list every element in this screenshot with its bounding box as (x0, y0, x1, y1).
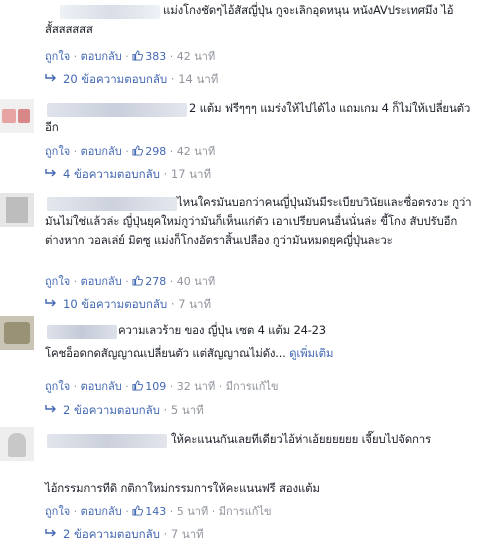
thumbs-up-icon (132, 145, 144, 156)
reply-link[interactable]: ตอบกลับ (81, 50, 122, 63)
reply-link[interactable]: ตอบกลับ (81, 275, 122, 288)
view-replies[interactable]: 10 ข้อความตอบกลับ · 7 นาที (45, 296, 211, 314)
comment-text: แม่งโกงชัดๆไอ้สัสญี่ปุ่น กูจะเลิกอุดหนุน… (45, 3, 454, 36)
comment: ไหนใครมันบอกว่าคนญี่ปุ่นมันมีระเบียบวินั… (0, 190, 481, 314)
view-replies[interactable]: 2 ข้อความตอบกลับ · 5 นาที (45, 402, 204, 420)
comment-text-continued: ไอ้กรรมการทีดิ กติกาใหม่กรรมการให้คะแนนฟ… (45, 481, 320, 495)
comment-actions: ถูกใจ · ตอบกลับ · 383 · 42 นาที (45, 50, 216, 63)
reply-arrow-icon (45, 405, 56, 413)
replies-timestamp: 7 นาที (170, 527, 204, 541)
comment-actions: ถูกใจ · ตอบกลับ · 298 · 42 นาที (45, 145, 216, 158)
comment-actions: ถูกใจ · ตอบกลับ · 278 · 40 นาที (45, 275, 216, 288)
avatar[interactable] (0, 99, 34, 133)
replies-timestamp: 7 นาที (178, 297, 212, 311)
avatar[interactable] (0, 427, 34, 461)
edited-label[interactable]: มีการแก้ไข (226, 380, 279, 393)
reply-link[interactable]: ตอบกลับ (81, 505, 122, 518)
like-link[interactable]: ถูกใจ (45, 145, 70, 158)
replies-timestamp: 17 นาที (170, 167, 212, 181)
comment: ให้คะแนนกันเลยทีเดียวไอ้ห่าเอ้ยยยยยย เจี… (0, 424, 481, 545)
reply-link[interactable]: ตอบกลับ (81, 145, 122, 158)
reply-arrow-icon (45, 299, 56, 307)
view-replies[interactable]: 20 ข้อความตอบกลับ · 14 นาที (45, 71, 218, 89)
thumbs-up-icon (132, 505, 144, 516)
timestamp[interactable]: 42 นาที (177, 50, 215, 63)
reply-arrow-icon (45, 529, 56, 537)
comment: 2 แต้ม ฟรีๆๆๆ แมร่งให้ไปได้ไง แถมเกม 4 ก… (0, 95, 481, 190)
timestamp[interactable]: 5 นาที (177, 505, 208, 518)
thumbs-up-icon (132, 275, 144, 286)
thumbs-up-icon (132, 50, 144, 61)
comment: แม่งโกงชัดๆไอ้สัสญี่ปุ่น กูจะเลิกอุดหนุน… (0, 0, 481, 95)
comment: ความเลวร้าย ของ ญี่ปุ่น เซต 4 แต้ม 24-23… (0, 314, 481, 424)
like-link[interactable]: ถูกใจ (45, 505, 70, 518)
like-link[interactable]: ถูกใจ (45, 275, 70, 288)
timestamp[interactable]: 40 นาที (177, 275, 215, 288)
reply-arrow-icon (45, 74, 56, 82)
edited-label[interactable]: มีการแก้ไข (219, 505, 272, 518)
like-link[interactable]: ถูกใจ (45, 50, 70, 63)
view-replies[interactable]: 4 ข้อความตอบกลับ · 17 นาที (45, 166, 211, 184)
timestamp[interactable]: 32 นาที (177, 380, 215, 393)
replies-timestamp: 14 นาที (178, 72, 219, 86)
replies-timestamp: 5 นาที (170, 403, 204, 417)
avatar[interactable] (0, 193, 34, 227)
like-count[interactable]: 383 (132, 50, 166, 63)
comment-text: ไหนใครมันบอกว่าคนญี่ปุ่นมันมีระเบียบวินั… (45, 195, 472, 247)
like-count[interactable]: 109 (132, 380, 166, 393)
timestamp[interactable]: 42 นาที (177, 145, 215, 158)
comment-text: ความเลวร้าย ของ ญี่ปุ่น เซต 4 แต้ม 24-23 (118, 323, 326, 337)
like-count[interactable]: 278 (132, 275, 166, 288)
view-replies[interactable]: 2 ข้อความตอบกลับ · 7 นาที (45, 526, 204, 544)
avatar[interactable] (0, 316, 34, 350)
reply-arrow-icon (45, 169, 56, 177)
like-count[interactable]: 143 (132, 505, 166, 518)
like-count[interactable]: 298 (132, 145, 166, 158)
like-link[interactable]: ถูกใจ (45, 380, 70, 393)
reply-link[interactable]: ตอบกลับ (81, 380, 122, 393)
comment-text: 2 แต้ม ฟรีๆๆๆ แมร่งให้ไปได้ไง แถมเกม 4 ก… (45, 101, 471, 134)
comment-actions: ถูกใจ · ตอบกลับ · 109 · 32 นาที · มีการแ… (45, 380, 279, 393)
thumbs-up-icon (132, 380, 144, 391)
comment-text-continued: โคชอ็อดกดสัญญาณเปลี่ยนตัว แต่สัญญาณไม่ดั… (45, 346, 334, 360)
comment-text: ให้คะแนนกันเลยทีเดียวไอ้ห่าเอ้ยยยยยย เจี… (171, 432, 431, 446)
comment-actions: ถูกใจ · ตอบกลับ · 143 · 5 นาที · มีการแก… (45, 505, 272, 518)
see-more-link[interactable]: ดูเพิ่มเติม (289, 346, 333, 360)
